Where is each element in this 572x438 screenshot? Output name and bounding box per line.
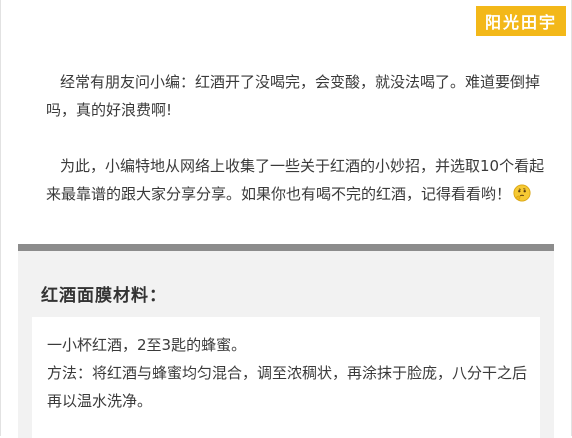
ingredients-line: 一小杯红酒，2至3匙的蜂蜜。: [47, 336, 247, 354]
intro-paragraph-1-text: 经常有朋友问小编：红酒开了没喝完，会变酸，就没法喝了。难道要倒掉吗，真的好浪费啊…: [46, 73, 541, 119]
intro-paragraph-1: 经常有朋友问小编：红酒开了没喝完，会变酸，就没法喝了。难道要倒掉吗，真的好浪费啊…: [46, 68, 556, 124]
intro-paragraph-2: 为此，小编特地从网络上收集了一些关于红酒的小妙招，并选取10个看起来最靠谱的跟大…: [46, 152, 556, 208]
thinking-face-icon: [513, 184, 531, 202]
intro-paragraph-2-text: 为此，小编特地从网络上收集了一些关于红酒的小妙招，并选取10个看起来最靠谱的跟大…: [46, 157, 545, 203]
ingredients-card: 一小杯红酒，2至3匙的蜂蜜。 方法：将红酒与蜂蜜均匀混合，调至浓稠状，再涂抹于脸…: [32, 317, 540, 438]
brand-label: 阳光田宇: [484, 13, 557, 32]
wine-mask-section: 红酒面膜材料： 一小杯红酒，2至3匙的蜂蜜。 方法：将红酒与蜂蜜均匀混合，调至浓…: [18, 251, 554, 438]
method-line: 方法：将红酒与蜂蜜均匀混合，调至浓稠状，再涂抹于脸庞，八分干之后再以温水洗净。: [47, 364, 528, 410]
brand-badge: 阳光田宇: [476, 6, 566, 36]
section-divider: [18, 244, 554, 251]
section-title: 红酒面膜材料：: [41, 286, 167, 306]
